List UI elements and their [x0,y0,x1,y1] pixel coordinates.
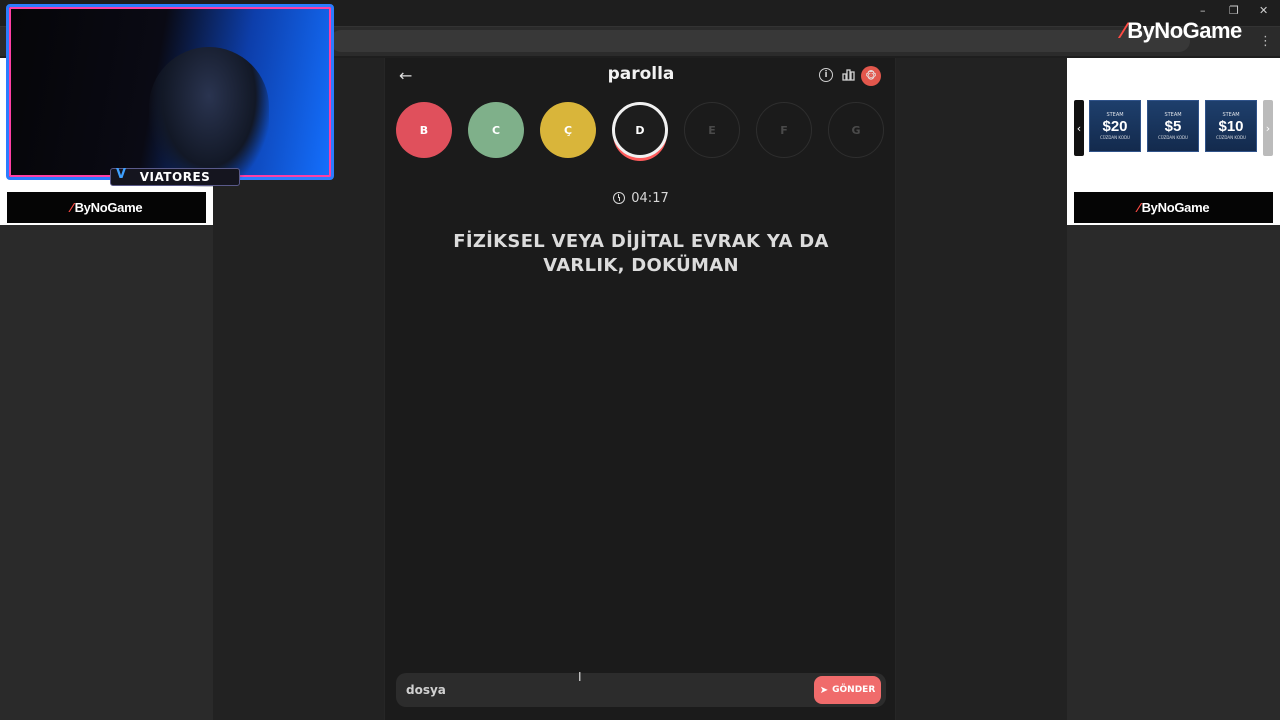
brand-mark-icon: ⁄ [70,200,73,215]
steam-value: $5 [1164,118,1182,135]
steam-caption: CÜZDAN KODU [1216,135,1246,140]
right-ad-banner[interactable]: ⁄ ByNoGame [1074,192,1273,223]
answer-input[interactable] [406,680,786,700]
letter-f: F [756,102,812,158]
streamer-video [149,47,269,187]
game-panel: ← parolla i 🐵 B C Ç D E F G 04:17 FİZİKS… [384,58,896,720]
webcam-frame [6,4,334,187]
text-cursor-icon: I [578,670,582,684]
minimize-icon[interactable]: – [1200,4,1206,17]
letter-g: G [828,102,884,158]
steam-card[interactable]: STEAM $20 CÜZDAN KODU [1089,100,1141,152]
carousel-next-icon[interactable]: › [1263,100,1273,156]
steam-caption: CÜZDAN KODU [1100,135,1130,140]
webcam-overlay: VIATORES V [0,0,338,187]
steam-label: STEAM [1106,112,1124,118]
left-ad-brand: ByNoGame [74,200,143,215]
address-bar[interactable] [330,30,1190,52]
brand-mark-icon: ⁄ [1122,18,1126,43]
right-ad-brand: ByNoGame [1141,200,1210,215]
steam-card[interactable]: STEAM $10 CÜZDAN KODU [1205,100,1257,152]
brand-text: ByNoGame [1127,18,1242,43]
clock-icon [613,192,626,204]
letter-d-current: D [612,102,668,158]
timer: 04:17 [385,191,897,206]
steam-card[interactable]: STEAM $5 CÜZDAN KODU [1147,100,1199,152]
send-label: GÖNDER [832,685,876,695]
browser-menu-icon[interactable]: ⋮ [1259,34,1272,49]
letter-b: B [396,102,452,158]
user-avatar[interactable]: 🐵 [861,66,881,86]
steam-label: STEAM [1222,112,1240,118]
streamer-logo-icon: V [116,167,127,182]
brand-mark-icon: ⁄ [1137,200,1140,215]
send-icon: ➤ [819,684,829,696]
steam-value: $10 [1218,118,1244,135]
left-ad-banner[interactable]: ⁄ ByNoGame [7,192,206,223]
steam-value: $20 [1102,118,1128,135]
stream-brand-logo: ⁄ByNoGame [1122,18,1242,44]
bar-chart-icon [841,69,855,81]
letter-e: E [684,102,740,158]
carousel-prev-icon[interactable]: ‹ [1074,100,1084,156]
restore-icon[interactable]: ❐ [1229,4,1239,17]
streamer-name: VIATORES [139,170,211,184]
send-button[interactable]: ➤ GÖNDER [814,676,881,704]
letter-c-cedilla: Ç [540,102,596,158]
info-icon[interactable]: i [819,68,833,82]
question-text: FİZİKSEL VEYA DİJİTAL EVRAK YA DA VARLIK… [453,231,829,276]
letter-wheel: B C Ç D E F G [396,102,886,162]
stats-icon[interactable] [841,68,855,82]
streamer-name-plate: VIATORES [110,168,240,186]
screen: ← ⋮ – ❐ ✕ ⁄ByNoGame ⁄ByNoGame ‹ ‹ STEAM … [0,0,1280,720]
steam-label: STEAM [1164,112,1182,118]
right-ad-column: ‹ STEAM $20 CÜZDAN KODU STEAM $5 CÜZDAN … [1067,58,1280,720]
steam-caption: CÜZDAN KODU [1158,135,1188,140]
letter-c: C [468,102,524,158]
answer-bar: ➤GÖNDER [396,673,886,707]
timer-value: 04:17 [631,191,669,206]
close-icon[interactable]: ✕ [1259,4,1268,17]
